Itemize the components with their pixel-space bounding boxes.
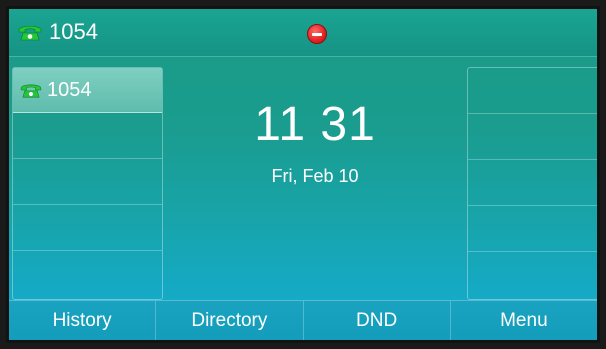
line-key-empty[interactable] — [13, 159, 162, 205]
line-key-label: 1054 — [47, 78, 92, 101]
status-bar: 1054 — [9, 9, 597, 57]
line-key-1054[interactable]: 1054 — [13, 68, 162, 113]
line-key-empty[interactable] — [468, 114, 597, 160]
softkey-directory[interactable]: Directory — [156, 301, 304, 340]
softkey-dnd[interactable]: DND — [304, 301, 451, 340]
line-key-empty[interactable] — [468, 206, 597, 252]
line-key-empty[interactable] — [468, 252, 597, 298]
line-key-empty[interactable] — [13, 251, 162, 297]
phone-icon — [18, 25, 42, 41]
line-key-empty[interactable] — [468, 68, 597, 114]
status-account: 1054 — [17, 19, 98, 45]
line-keys-right — [467, 67, 597, 300]
softkey-menu[interactable]: Menu — [451, 301, 597, 340]
idle-date: Fri, Feb 10 — [271, 166, 359, 186]
phone-icon — [20, 84, 42, 98]
line-keys-left: 1054 — [12, 67, 163, 300]
phone-screen: 1054 1054 11 31 Fri, Feb 10 History Dire… — [6, 6, 600, 343]
line-key-empty[interactable] — [468, 160, 597, 206]
idle-time: 11 31 — [254, 98, 376, 151]
softkey-bar: History Directory DND Menu — [9, 300, 597, 340]
line-key-empty[interactable] — [13, 113, 162, 159]
line-key-empty[interactable] — [13, 205, 162, 251]
softkey-history[interactable]: History — [9, 301, 157, 340]
dnd-icon — [307, 24, 327, 44]
account-label: 1054 — [49, 19, 98, 44]
